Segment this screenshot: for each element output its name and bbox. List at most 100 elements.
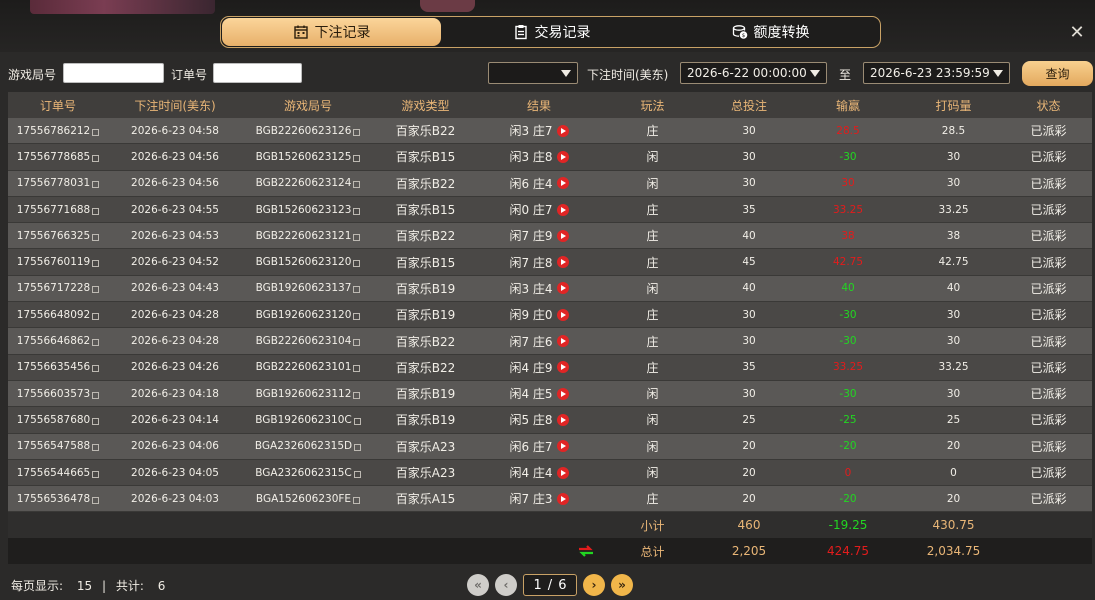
total-row: 总计 2,205 424.75 2,034.75 bbox=[8, 538, 1092, 565]
copy-icon[interactable] bbox=[353, 286, 361, 294]
tab-label: 额度转换 bbox=[753, 25, 810, 41]
order-no: 17556648092 bbox=[16, 308, 91, 321]
table-row[interactable]: 17556547588 2026-6-23 04:06 BGA2326062315D… bbox=[8, 433, 1092, 460]
copy-icon[interactable] bbox=[353, 365, 361, 373]
play-video-icon[interactable] bbox=[556, 177, 569, 190]
play-video-icon[interactable] bbox=[556, 203, 569, 216]
copy-icon[interactable] bbox=[353, 312, 361, 320]
copy-icon[interactable] bbox=[92, 286, 100, 294]
tab-bet-records[interactable]: 下注记录 bbox=[222, 18, 441, 46]
table-row[interactable]: 17556544665 2026-6-23 04:05 BGA2326062315C… bbox=[8, 459, 1092, 487]
copy-icon[interactable] bbox=[92, 444, 100, 452]
play-video-icon[interactable] bbox=[556, 282, 569, 295]
table-row[interactable]: 17556760119 2026-6-23 04:52 BGB15260623120… bbox=[8, 249, 1092, 276]
copy-icon[interactable] bbox=[353, 181, 361, 189]
copy-icon[interactable] bbox=[353, 128, 361, 136]
copy-icon[interactable] bbox=[353, 391, 361, 399]
end-time-select[interactable]: 2026-6-23 23:59:59 bbox=[863, 62, 1010, 84]
copy-icon[interactable] bbox=[92, 233, 100, 241]
bet-time: 2026-6-23 04:06 bbox=[131, 440, 219, 453]
copy-icon[interactable] bbox=[92, 339, 100, 347]
copy-icon[interactable] bbox=[92, 365, 100, 373]
copy-icon[interactable] bbox=[353, 154, 361, 162]
play-video-icon[interactable] bbox=[556, 335, 569, 348]
order-no-input[interactable] bbox=[213, 63, 302, 83]
game-no-input[interactable] bbox=[63, 63, 164, 83]
copy-icon[interactable] bbox=[353, 417, 361, 425]
play-video-icon[interactable] bbox=[556, 413, 569, 426]
copy-icon[interactable] bbox=[92, 496, 100, 504]
game-type: 百家乐B19 bbox=[395, 308, 456, 323]
table-row[interactable]: 17556778685 2026-6-23 04:56 BGB15260623125… bbox=[8, 144, 1092, 171]
order-no: 17556778031 bbox=[16, 177, 91, 190]
copy-icon[interactable] bbox=[92, 417, 100, 425]
total-bet: 40 bbox=[742, 282, 756, 295]
copy-icon[interactable] bbox=[353, 339, 361, 347]
table-row[interactable]: 17556536478 2026-6-23 04:03 BGA152606230FE… bbox=[8, 486, 1092, 513]
close-icon[interactable]: ✕ bbox=[1068, 24, 1086, 42]
copy-icon[interactable] bbox=[92, 391, 100, 399]
table-row[interactable]: 17556786212 2026-6-23 04:58 BGB22260623126… bbox=[8, 118, 1092, 145]
copy-icon[interactable] bbox=[92, 207, 100, 215]
play-video-icon[interactable] bbox=[556, 387, 569, 400]
play-type: 庄 bbox=[646, 124, 659, 139]
total-bet: 20 bbox=[742, 492, 756, 505]
status: 已派彩 bbox=[1030, 281, 1067, 296]
table-row[interactable]: 17556648092 2026-6-23 04:28 BGB19260623120… bbox=[8, 302, 1092, 329]
total-bet: 30 bbox=[742, 335, 756, 348]
win-loss: -30 bbox=[839, 308, 857, 321]
copy-icon[interactable] bbox=[353, 496, 361, 504]
next-page-icon[interactable]: › bbox=[583, 574, 605, 596]
copy-icon[interactable] bbox=[92, 181, 100, 189]
play-video-icon[interactable] bbox=[556, 492, 569, 505]
game-type: 百家乐B15 bbox=[395, 203, 456, 218]
play-video-icon[interactable] bbox=[556, 124, 569, 137]
copy-icon[interactable] bbox=[353, 470, 361, 478]
chevron-down-icon bbox=[561, 70, 571, 77]
play-video-icon[interactable] bbox=[556, 229, 569, 242]
table-row[interactable]: 17556717228 2026-6-23 04:43 BGB19260623137… bbox=[8, 275, 1092, 303]
tab-credit-transfer[interactable]: $ 额度转换 bbox=[661, 17, 880, 47]
page-slash: / bbox=[547, 577, 553, 593]
table-row[interactable]: 17556771688 2026-6-23 04:55 BGB15260623123… bbox=[8, 196, 1092, 224]
copy-icon[interactable] bbox=[92, 154, 100, 162]
play-video-icon[interactable] bbox=[556, 150, 569, 163]
play-video-icon[interactable] bbox=[556, 466, 569, 479]
page-indicator[interactable]: 1 / 6 bbox=[523, 574, 577, 596]
table-row[interactable]: 17556603573 2026-6-23 04:18 BGB19260623112… bbox=[8, 380, 1092, 408]
game-type-select[interactable] bbox=[488, 62, 578, 84]
copy-icon[interactable] bbox=[353, 233, 361, 241]
table-row[interactable]: 17556635456 2026-6-23 04:26 BGB22260623101… bbox=[8, 354, 1092, 381]
first-page-icon[interactable]: « bbox=[467, 574, 489, 596]
turnover: 40 bbox=[946, 282, 961, 295]
copy-icon[interactable] bbox=[92, 312, 100, 320]
copy-icon[interactable] bbox=[92, 470, 100, 478]
copy-icon[interactable] bbox=[92, 260, 100, 268]
column-header: 结果 bbox=[526, 98, 551, 113]
start-time-select[interactable]: 2026-6-22 00:00:00 bbox=[680, 62, 827, 84]
subtotal-turnover: 430.75 bbox=[932, 518, 975, 533]
play-video-icon[interactable] bbox=[556, 308, 569, 321]
play-video-icon[interactable] bbox=[556, 440, 569, 453]
bet-time: 2026-6-23 04:56 bbox=[131, 150, 219, 163]
prev-page-icon[interactable]: ‹ bbox=[495, 574, 517, 596]
play-video-icon[interactable] bbox=[556, 256, 569, 269]
copy-icon[interactable] bbox=[353, 260, 361, 268]
chevron-down-icon bbox=[993, 70, 1003, 77]
tab-transaction-records[interactable]: 交易记录 bbox=[442, 17, 661, 47]
turnover: 42.75 bbox=[938, 256, 969, 269]
copy-icon[interactable] bbox=[354, 444, 362, 452]
play-video-icon[interactable] bbox=[556, 361, 569, 374]
bet-time: 2026-6-23 04:55 bbox=[131, 203, 219, 216]
table-row[interactable]: 17556646862 2026-6-23 04:28 BGB22260623104… bbox=[8, 328, 1092, 355]
query-button[interactable]: 查询 bbox=[1022, 61, 1093, 86]
win-loss: 28.5 bbox=[836, 124, 860, 137]
table-row[interactable]: 17556587680 2026-6-23 04:14 BGB1926062310C… bbox=[8, 407, 1092, 434]
copy-icon[interactable] bbox=[353, 207, 361, 215]
table-row[interactable]: 17556766325 2026-6-23 04:53 BGB22260623121… bbox=[8, 223, 1092, 250]
copy-icon[interactable] bbox=[92, 128, 100, 136]
last-page-icon[interactable]: » bbox=[611, 574, 633, 596]
table-row[interactable]: 17556778031 2026-6-23 04:56 BGB22260623124… bbox=[8, 170, 1092, 197]
refresh-icon[interactable] bbox=[577, 543, 595, 559]
pagination-bar: 每页显示: 15 | 共计: 6 « ‹ 1 / 6 › » bbox=[0, 568, 1095, 600]
